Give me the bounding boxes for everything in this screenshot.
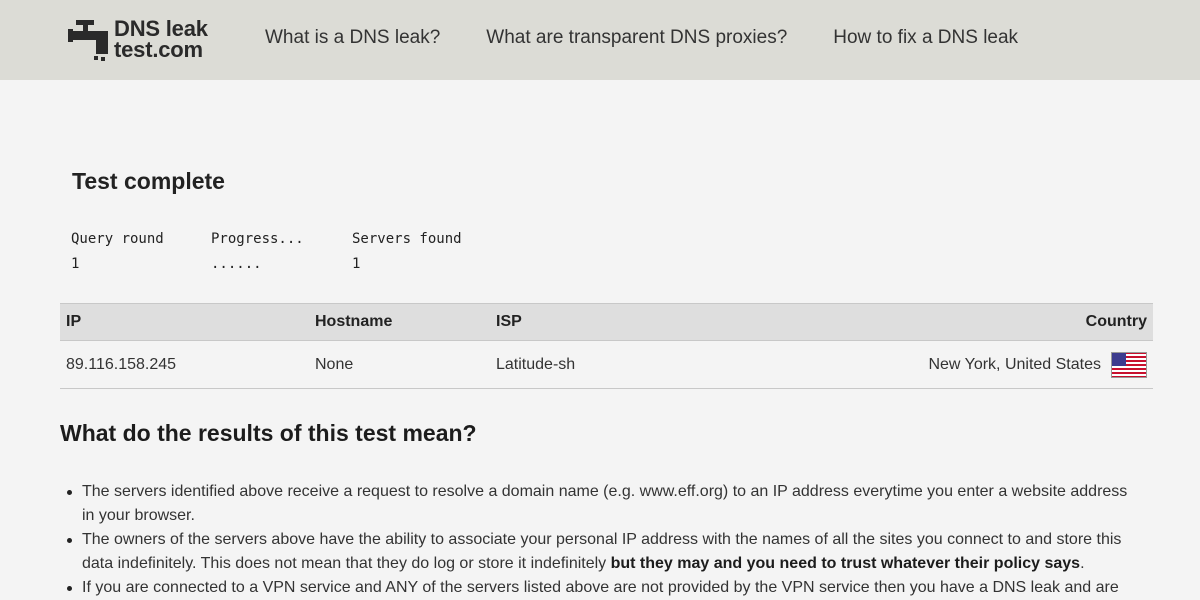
bullet-2-end: .: [1080, 555, 1085, 572]
cell-hostname: None: [309, 340, 490, 389]
cell-isp: Latitude-sh: [490, 340, 678, 389]
list-item: The servers identified above receive a r…: [67, 480, 1142, 528]
header-isp: ISP: [490, 303, 678, 341]
site-logo[interactable]: DNS leak test.com: [66, 13, 208, 65]
table-row: 89.116.158.245 None Latitude-sh New York…: [60, 340, 1153, 389]
progress-value: ......: [211, 256, 262, 272]
nav-link-what-is-dns-leak[interactable]: What is a DNS leak?: [265, 27, 440, 49]
query-round-label: Query round: [71, 231, 164, 247]
progress-stat: Progress... ......: [211, 230, 304, 280]
query-round-stat: Query round 1: [71, 230, 164, 280]
cell-ip: 89.116.158.245: [60, 340, 309, 389]
explanation-list: The servers identified above receive a r…: [67, 480, 1142, 600]
header-ip: IP: [60, 303, 309, 341]
header-hostname: Hostname: [309, 303, 490, 341]
nav-link-transparent-dns-proxies[interactable]: What are transparent DNS proxies?: [486, 27, 787, 49]
us-flag-icon: [1111, 351, 1147, 378]
country-name: New York, United States: [928, 355, 1101, 373]
results-table-header: IP Hostname ISP Country: [60, 303, 1153, 341]
logo-line-2: test.com: [114, 37, 203, 62]
header-country: Country: [677, 303, 1153, 341]
results-explanation-heading: What do the results of this test mean?: [60, 420, 477, 446]
servers-found-stat: Servers found 1: [352, 230, 462, 280]
cell-country: New York, United States: [677, 340, 1153, 389]
nav-link-how-to-fix[interactable]: How to fix a DNS leak: [833, 27, 1018, 49]
list-item: If you are connected to a VPN service an…: [67, 576, 1142, 600]
faucet-icon: [68, 20, 108, 61]
servers-found-label: Servers found: [352, 231, 462, 247]
main-content: Test complete Query round 1 Progress... …: [0, 80, 1200, 600]
bullet-1-text: The servers identified above receive a r…: [82, 483, 1128, 524]
bullet-3-text: If you are connected to a VPN service an…: [82, 579, 1119, 596]
results-table: IP Hostname ISP Country 89.116.158.245 N…: [60, 303, 1153, 389]
test-status-title: Test complete: [72, 168, 225, 194]
list-item: The owners of the servers above have the…: [67, 528, 1142, 576]
servers-found-value: 1: [352, 256, 361, 272]
query-round-value: 1: [71, 256, 80, 272]
logo-line-1: DNS leak: [114, 16, 208, 41]
site-header: DNS leak test.com What is a DNS leak? Wh…: [0, 0, 1200, 80]
main-nav: What is a DNS leak? What are transparent…: [265, 27, 1064, 49]
bullet-2-bold-text: but they may and you need to trust whate…: [610, 555, 1081, 572]
progress-label: Progress...: [211, 231, 304, 247]
logo-text: DNS leak test.com: [114, 16, 208, 62]
